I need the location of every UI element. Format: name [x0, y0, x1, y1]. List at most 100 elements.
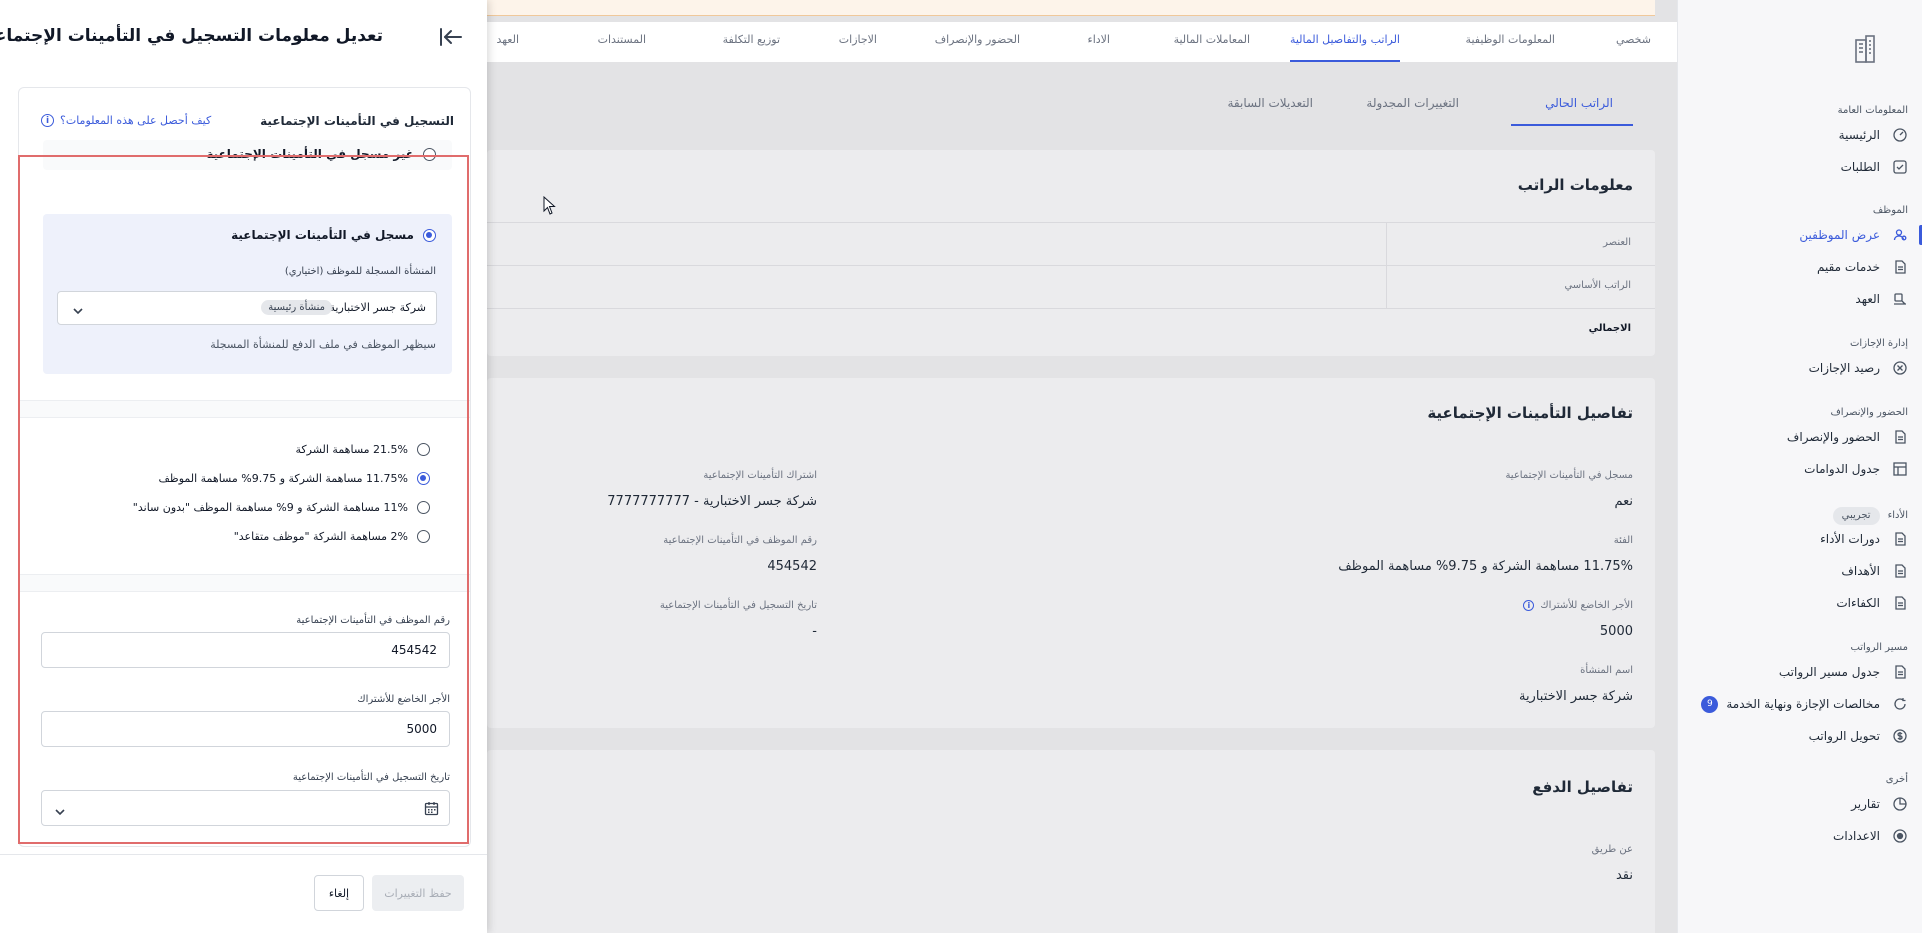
card-title: تفاصيل الدفع — [1532, 778, 1633, 796]
main-entity-tag: منشأة رئيسية — [261, 300, 332, 315]
rate-radio[interactable] — [417, 443, 430, 456]
sidebar-item-label: الطلبات — [1840, 160, 1880, 174]
rate-option-label: 21.5% مساهمة الشركة — [295, 443, 409, 456]
save-changes-button[interactable]: حفظ التغييرات — [372, 875, 464, 911]
rate-option-1[interactable]: 21.5% مساهمة الشركة — [295, 443, 430, 456]
rate-option-4[interactable]: 2% مساهمة الشركة "موظف متقاعد" — [234, 530, 430, 543]
sidebar-item-custody[interactable]: العهد — [1677, 283, 1922, 315]
field-value: - — [812, 624, 817, 639]
tab-transactions[interactable]: المعاملات المالية — [1174, 22, 1250, 62]
registered-radio[interactable] — [423, 228, 436, 242]
sidebar-group-leaves: إدارة الإجازات رصيد الإجازات — [1677, 336, 1922, 384]
field-value: شركة جسر الاختبارية - 7777777777 — [607, 494, 817, 509]
sidebar-item-leave-balance[interactable]: رصيد الإجازات — [1677, 352, 1922, 384]
sidebar-item-competencies[interactable]: الكفاءات — [1677, 587, 1922, 619]
tab-salary[interactable]: الراتب والتفاصيل المالية — [1289, 22, 1400, 62]
entity-hint: سيظهر الموظف في ملف الدفع للمنشأة المسجل… — [210, 338, 436, 351]
document-icon — [1892, 664, 1908, 680]
tab-personal[interactable]: شخصي — [1616, 22, 1651, 62]
mouse-cursor-icon — [543, 196, 556, 215]
calendar-icon — [424, 801, 439, 816]
option-label: مسجل في التأمينات الإجتماعية — [231, 228, 414, 242]
sidebar-group-performance: الأداءتجريبي دورات الأداء الأهداف الكفاء… — [1677, 507, 1922, 619]
users-icon — [1892, 227, 1908, 243]
sidebar: المعلومات العامة الرئيسية الطلبات الموظف… — [1677, 0, 1922, 933]
sidebar-item-view-employees[interactable]: عرض الموظفين — [1677, 219, 1922, 251]
tab-job-info[interactable]: المعلومات الوظيفية — [1466, 22, 1555, 62]
field-label-text: الأجر الخاضع للأشتراك — [1540, 600, 1633, 611]
tab-performance[interactable]: الاداء — [1088, 22, 1110, 62]
field-value: شركة جسر الاختبارية — [1518, 689, 1633, 704]
field-label: الأجر الخاضع للأشتراك i — [1523, 600, 1633, 611]
rate-option-3[interactable]: 11% مساهمة الشركة و 9% مساهمة الموظف "بد… — [133, 501, 430, 514]
pie-chart-icon — [1892, 796, 1908, 812]
sidebar-item-muqeem[interactable]: خدمات مقيم — [1677, 251, 1922, 283]
sidebar-item-reports[interactable]: تقارير — [1677, 788, 1922, 820]
main-content: شخصي المعلومات الوظيفية الراتب والتفاصيل… — [487, 0, 1677, 933]
tab-cost-distribution[interactable]: توزيع التكلفة — [723, 22, 780, 62]
cancel-button[interactable]: إلغاء — [314, 875, 364, 911]
building-icon[interactable] — [1848, 32, 1882, 66]
sidebar-item-requests[interactable]: الطلبات — [1677, 151, 1922, 183]
rate-option-label: 2% مساهمة الشركة "موظف متقاعد" — [233, 530, 408, 543]
registered-option[interactable]: مسجل في التأمينات الإجتماعية المنشأة الم… — [43, 214, 452, 374]
subtab-current-salary[interactable]: الراتب الحالي — [1511, 88, 1633, 126]
sidebar-item-label: رصيد الإجازات — [1808, 361, 1880, 375]
option-label: غير مسجل في التأمينات الإجتماعية — [206, 147, 414, 161]
emp-no-label: رقم الموظف في التأمينات الإجتماعية — [296, 615, 450, 626]
rate-radio[interactable] — [417, 501, 430, 514]
custody-icon — [1892, 291, 1908, 307]
rate-radio[interactable] — [417, 530, 430, 543]
gosi-employee-number-input[interactable] — [41, 632, 450, 668]
section-divider — [19, 574, 470, 592]
sidebar-item-payroll-table[interactable]: جدول مسير الرواتب — [1677, 656, 1922, 688]
rate-option-2[interactable]: 11.75% مساهمة الشركة و 9.75% مساهمة المو… — [159, 472, 430, 485]
salary-subtabs: الراتب الحالي التغييرات المجدولة التعديل… — [487, 88, 1655, 126]
sidebar-group-payroll: مسير الرواتب جدول مسير الرواتب مخالصات ا… — [1677, 640, 1922, 752]
info-icon: i — [41, 114, 54, 127]
sidebar-item-settlements[interactable]: مخالصات الإجازة ونهاية الخدمة 9 — [1677, 688, 1922, 720]
sidebar-item-label: خدمات مقيم — [1816, 260, 1880, 274]
collapse-arrow-icon[interactable] — [438, 26, 464, 48]
subtab-previous-adjustments[interactable]: التعديلات السابقة — [1227, 88, 1313, 126]
field-label: رقم الموظف في التأمينات الإجتماعية — [663, 535, 817, 546]
sidebar-item-label: جدول مسير الرواتب — [1778, 665, 1880, 679]
tab-attendance[interactable]: الحضور والإنصراف — [935, 22, 1020, 62]
field-label: تاريخ التسجيل في التأمينات الإجتماعية — [659, 600, 817, 611]
not-registered-radio[interactable] — [423, 147, 436, 161]
sidebar-item-performance-cycles[interactable]: دورات الأداء — [1677, 523, 1922, 555]
sidebar-item-settings[interactable]: الاعدادات — [1677, 820, 1922, 852]
subtab-scheduled-changes[interactable]: التغييرات المجدولة — [1366, 88, 1459, 126]
rate-radio[interactable] — [417, 472, 430, 485]
subscription-wage-input[interactable] — [41, 711, 450, 747]
sidebar-group-title: أخرى — [1885, 774, 1908, 785]
field-label: اسم المنشأة — [1580, 665, 1633, 676]
not-registered-option[interactable]: غير مسجل في التأمينات الإجتماعية — [43, 140, 452, 170]
count-badge: 9 — [1701, 695, 1719, 713]
tab-leaves[interactable]: الاجازات — [839, 22, 877, 62]
document-icon — [1892, 429, 1908, 445]
registration-date-picker[interactable] — [41, 790, 450, 826]
sidebar-item-shifts-table[interactable]: جدول الدوامات — [1677, 453, 1922, 485]
salary-table: العنصر الراتب الأساسي الاجمالي — [487, 222, 1655, 350]
sidebar-item-label: الكفاءات — [1836, 596, 1880, 610]
sidebar-group-title: الموظف — [1872, 205, 1908, 216]
sidebar-item-salary-transfer[interactable]: تحويل الرواتب — [1677, 720, 1922, 752]
tab-custody[interactable]: العهد — [496, 22, 519, 62]
field-value: نعم — [1614, 494, 1633, 509]
document-icon — [1892, 563, 1908, 579]
sidebar-item-goals[interactable]: الأهداف — [1677, 555, 1922, 587]
info-link[interactable]: كيف أحصل على هذه المعلومات؟ i — [41, 114, 211, 127]
sidebar-group-title: الأداءتجريبي — [1677, 507, 1922, 525]
info-icon[interactable]: i — [1523, 600, 1535, 611]
section-divider — [19, 400, 470, 418]
sidebar-item-home[interactable]: الرئيسية — [1677, 119, 1922, 151]
entity-field-label: المنشأة المسجلة للموظف (اختياري) — [284, 266, 436, 277]
sidebar-item-label: تحويل الرواتب — [1808, 729, 1880, 743]
entity-select[interactable]: شركة جسر الاختبارية منشأة رئيسية — [57, 291, 437, 325]
drawer-body: التسجيل في التأمينات الإجتماعية كيف أحصل… — [18, 87, 471, 847]
tab-documents[interactable]: المستندات — [598, 22, 646, 62]
field-value: 454542 — [767, 559, 817, 574]
sidebar-item-attendance[interactable]: الحضور والإنصراف — [1677, 421, 1922, 453]
sidebar-group-title: الحضور والإنصراف — [1830, 407, 1908, 418]
